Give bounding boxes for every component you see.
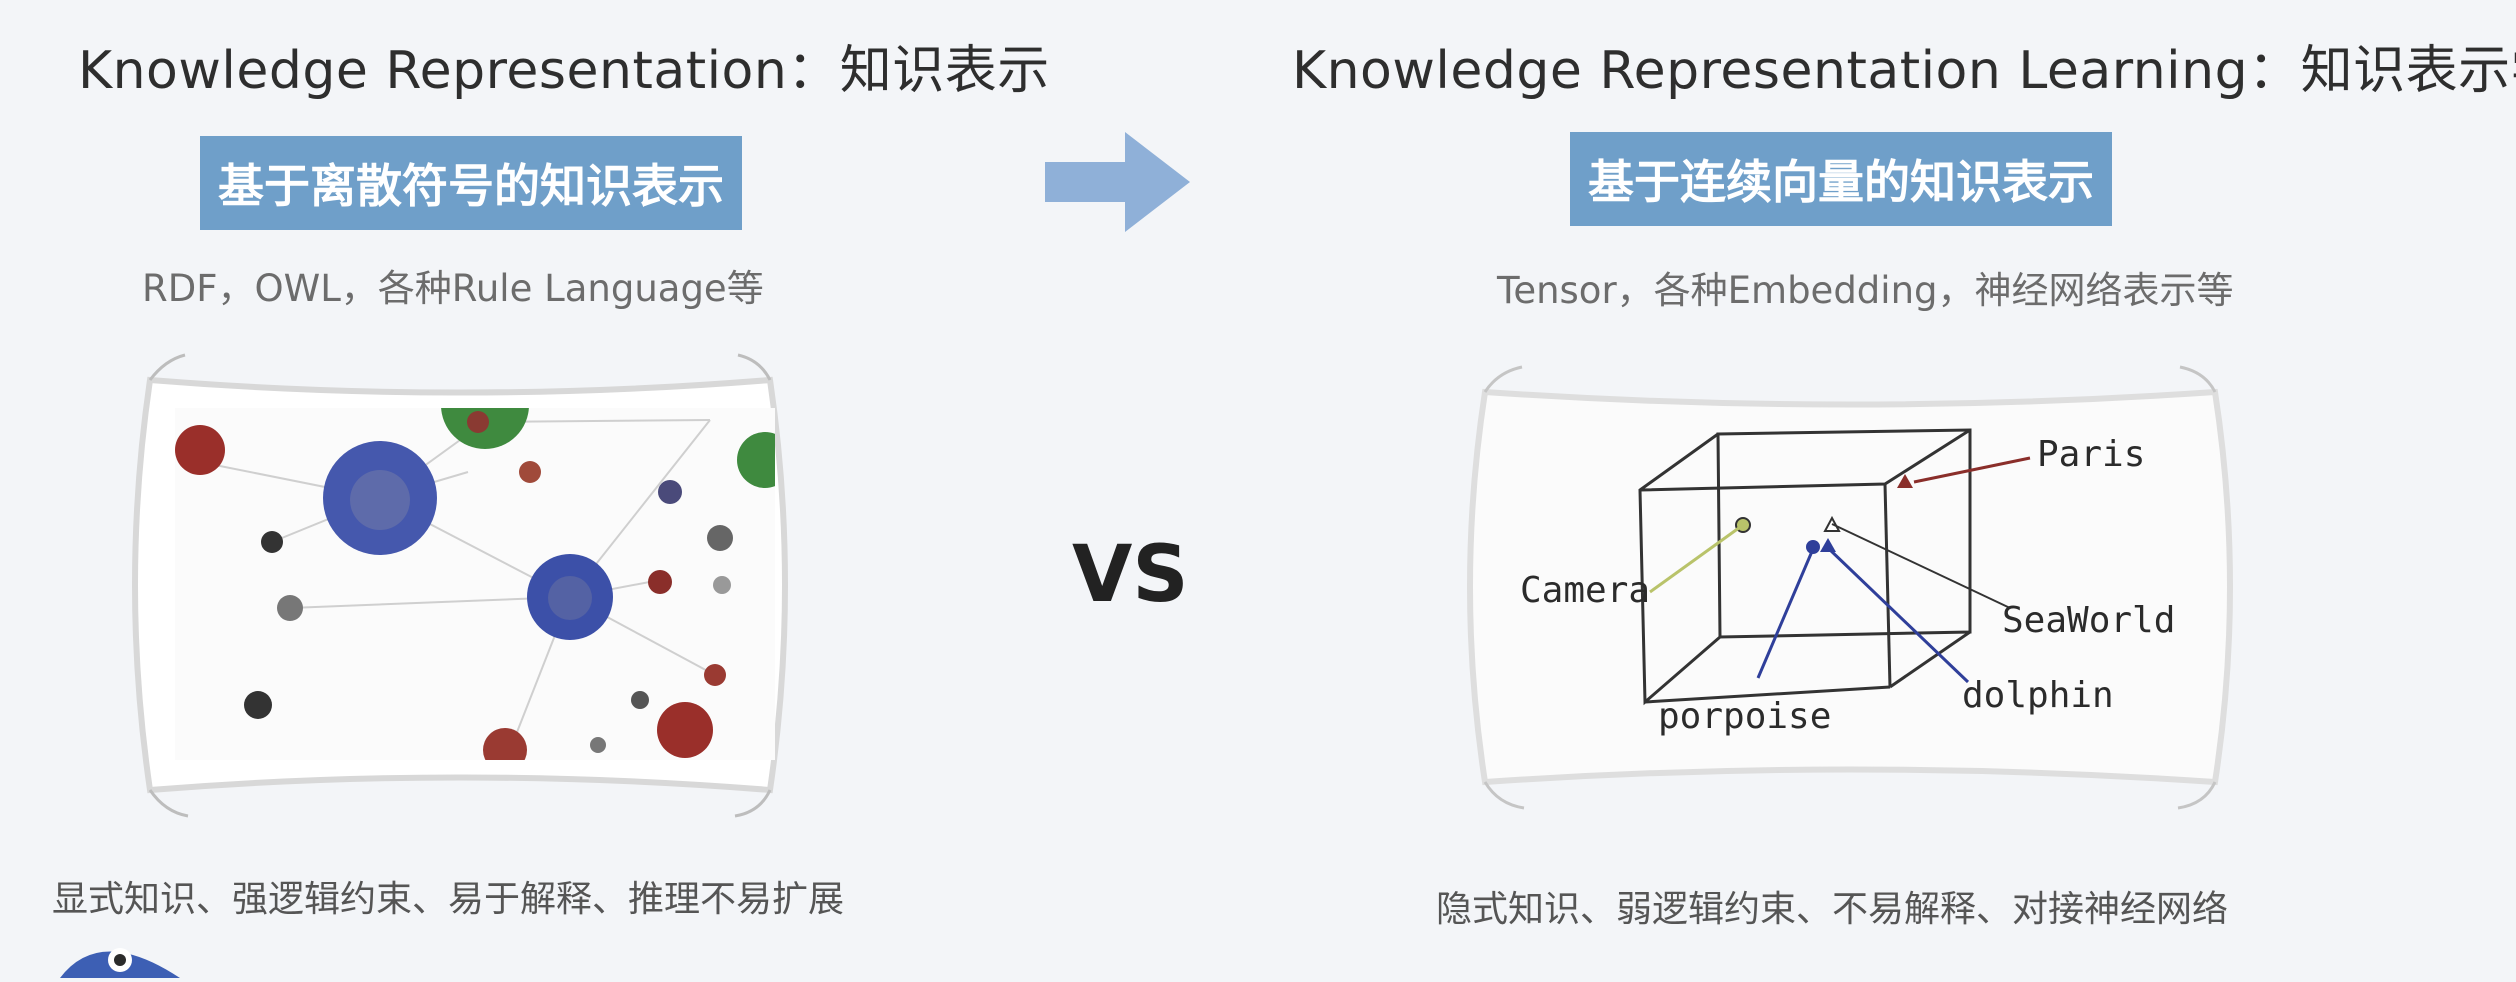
graph-node — [631, 691, 649, 709]
label-camera: Camera — [1520, 570, 1650, 611]
frame-corner — [2179, 365, 2217, 393]
graph-node — [704, 664, 726, 686]
label-paris: Paris — [2037, 434, 2145, 475]
graph-node — [657, 702, 713, 758]
frame-corner — [737, 353, 772, 381]
frame-corner — [1483, 781, 1525, 810]
graph-node — [175, 425, 225, 475]
knowledge-graph-panel — [110, 350, 810, 820]
graph-node — [713, 576, 731, 594]
right-title: Knowledge Representation Learning：知识表示学习 — [1292, 41, 2516, 101]
graph-node — [658, 480, 682, 504]
frame-corner — [148, 353, 186, 381]
label-porpoise: porpoise — [1658, 696, 1831, 737]
graph-node — [244, 691, 272, 719]
right-caption: 隐式知识、弱逻辑约束、不易解释、对接神经网络 — [1436, 889, 2229, 930]
left-caption: 显式知识、强逻辑约束、易于解释、推理不易扩展 — [52, 879, 845, 920]
frame-corner — [2177, 781, 2217, 810]
frame-corner — [148, 789, 189, 818]
graph-node — [261, 531, 283, 553]
graph-node — [737, 432, 775, 488]
left-badge: 基于离散符号的知识表示 — [200, 136, 742, 230]
embedding-space-panel: Paris Camera SeaWorld dolphin porpoise — [1440, 362, 2260, 812]
arrow-icon — [1045, 132, 1190, 236]
right-badge: 基于连续向量的知识表示 — [1570, 132, 2112, 226]
left-subtitle: RDF，OWL，各种Rule Language等 — [142, 267, 764, 310]
left-title: Knowledge Representation：知识表示 — [78, 41, 1050, 101]
frame-corner — [734, 789, 772, 818]
logo-icon — [40, 920, 200, 982]
graph-node — [707, 525, 733, 551]
label-dolphin: dolphin — [1962, 675, 2114, 716]
label-seaworld: SeaWorld — [2002, 600, 2175, 641]
graph-node — [648, 570, 672, 594]
graph-node — [467, 411, 489, 433]
embedding-space-figure: Paris Camera SeaWorld dolphin porpoise — [1467, 365, 2233, 810]
graph-node — [277, 595, 303, 621]
graph-node — [590, 737, 606, 753]
graph-node — [519, 461, 541, 483]
knowledge-graph-figure — [132, 353, 788, 818]
frame-corner — [1483, 365, 1523, 393]
right-subtitle: Tensor，各种Embedding，神经网络表示等 — [1497, 269, 2234, 312]
vs-label: VS — [1072, 530, 1189, 620]
